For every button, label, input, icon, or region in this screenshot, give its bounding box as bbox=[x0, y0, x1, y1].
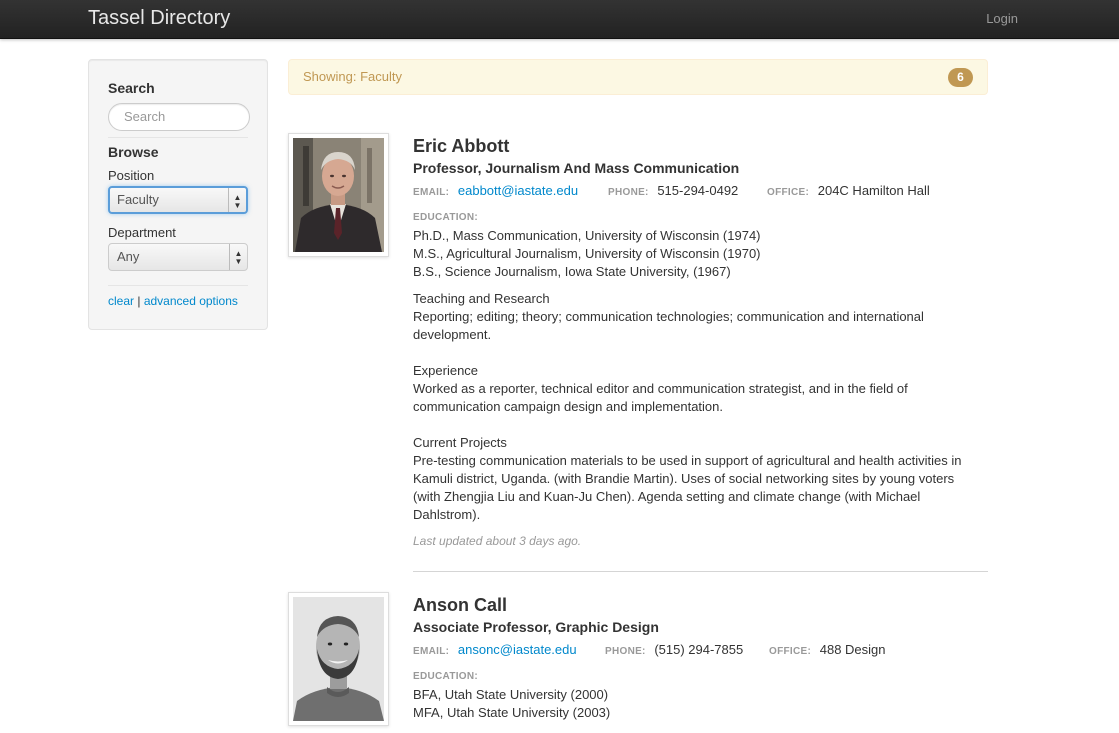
email-field: EMAIL: eabbott@iastate.edu bbox=[413, 183, 578, 198]
office-field: OFFICE: 204C Hamilton Hall bbox=[767, 183, 930, 198]
person-name[interactable]: Anson Call bbox=[413, 595, 507, 616]
education-label: EDUCATION: bbox=[413, 671, 479, 682]
search-input[interactable]: Search bbox=[108, 103, 250, 131]
bio-section-experience: Experience Worked as a reporter, technic… bbox=[413, 362, 988, 416]
education-item: Ph.D., Mass Communication, University of… bbox=[413, 228, 761, 243]
portrait-image bbox=[293, 138, 384, 252]
phone-field: PHONE: (515) 294-7855 bbox=[605, 642, 743, 657]
select-arrows-icon: ▲ ▼ bbox=[228, 188, 246, 212]
brand-link[interactable]: Tassel Directory bbox=[88, 7, 230, 30]
portrait-image bbox=[293, 597, 384, 721]
person-title: Professor, Journalism And Mass Communica… bbox=[413, 160, 740, 176]
advanced-options-link[interactable]: advanced options bbox=[144, 294, 238, 308]
phone-label: PHONE: bbox=[605, 646, 646, 657]
sidebar-links: clear | advanced options bbox=[108, 294, 238, 308]
browse-heading: Browse bbox=[108, 144, 159, 160]
office-label: OFFICE: bbox=[767, 187, 810, 198]
section-heading: Teaching and Research bbox=[413, 291, 550, 306]
link-separator: | bbox=[137, 294, 141, 308]
office-value: 488 Design bbox=[819, 642, 886, 657]
bio-section-projects: Current Projects Pre-testing communicati… bbox=[413, 434, 983, 524]
clear-link[interactable]: clear bbox=[108, 294, 134, 308]
sidebar-divider bbox=[108, 285, 248, 286]
search-heading: Search bbox=[108, 80, 155, 96]
bio-section-teaching: Teaching and Research Reporting; editing… bbox=[413, 290, 988, 344]
filter-alert: Showing: Faculty 6 bbox=[288, 59, 988, 95]
office-value: 204C Hamilton Hall bbox=[817, 183, 930, 198]
email-link[interactable]: ansonc@iastate.edu bbox=[458, 642, 577, 657]
person-title: Associate Professor, Graphic Design bbox=[413, 619, 659, 635]
person-name[interactable]: Eric Abbott bbox=[413, 136, 509, 157]
education-item: MFA, Utah State University (2003) bbox=[413, 705, 611, 720]
login-link[interactable]: Login bbox=[986, 11, 1018, 26]
education-item: M.S., Agricultural Journalism, Universit… bbox=[413, 246, 761, 261]
department-select-value: Any bbox=[117, 249, 140, 264]
position-select[interactable]: Faculty ▲ ▼ bbox=[108, 186, 248, 214]
department-label: Department bbox=[108, 225, 176, 240]
section-text: Worked as a reporter, technical editor a… bbox=[413, 381, 908, 414]
profile-photo[interactable] bbox=[288, 133, 389, 257]
top-navbar: Tassel Directory Login bbox=[0, 0, 1119, 39]
section-text: Pre-testing communication materials to b… bbox=[413, 453, 962, 522]
phone-label: PHONE: bbox=[608, 187, 649, 198]
phone-value: (515) 294-7855 bbox=[654, 642, 744, 657]
sidebar-divider bbox=[108, 137, 248, 138]
education-item: B.S., Science Journalism, Iowa State Uni… bbox=[413, 264, 731, 279]
office-label: OFFICE: bbox=[769, 646, 812, 657]
education-label: EDUCATION: bbox=[413, 212, 479, 223]
phone-field: PHONE: 515-294-0492 bbox=[608, 183, 738, 198]
position-select-value: Faculty bbox=[117, 192, 159, 207]
select-arrows-icon: ▲ ▼ bbox=[229, 244, 247, 270]
position-label: Position bbox=[108, 168, 155, 183]
section-heading: Current Projects bbox=[413, 435, 507, 450]
office-field: OFFICE: 488 Design bbox=[769, 642, 886, 657]
email-label: EMAIL: bbox=[413, 187, 450, 198]
last-updated: Last updated about 3 days ago. bbox=[413, 534, 582, 548]
result-count-badge: 6 bbox=[948, 68, 973, 87]
email-link[interactable]: eabbott@iastate.edu bbox=[458, 183, 578, 198]
section-text: Reporting; editing; theory; communicatio… bbox=[413, 309, 924, 342]
section-heading: Experience bbox=[413, 363, 479, 378]
email-label: EMAIL: bbox=[413, 646, 450, 657]
department-select[interactable]: Any ▲ ▼ bbox=[108, 243, 248, 271]
profile-divider bbox=[413, 571, 988, 572]
showing-text: Showing: Faculty bbox=[303, 69, 402, 84]
phone-value: 515-294-0492 bbox=[657, 183, 739, 198]
search-placeholder: Search bbox=[124, 109, 166, 124]
email-field: EMAIL: ansonc@iastate.edu bbox=[413, 642, 577, 657]
sidebar-panel: Search Search Browse Position Faculty ▲ ▼… bbox=[88, 59, 268, 330]
profile-photo[interactable] bbox=[288, 592, 389, 726]
education-item: BFA, Utah State University (2000) bbox=[413, 687, 609, 702]
